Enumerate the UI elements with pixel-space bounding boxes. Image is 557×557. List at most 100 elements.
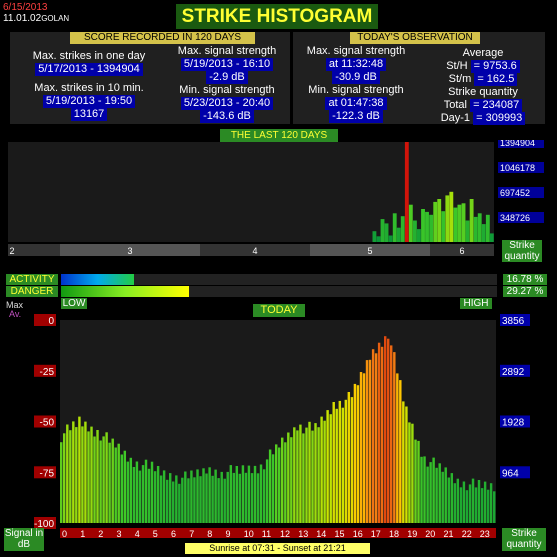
stm-label: St/m (448, 73, 472, 85)
last120-bar (477, 213, 482, 242)
today-hour-label: 12 (280, 529, 290, 538)
today-hour-label: 8 (207, 529, 212, 538)
today-bar (314, 423, 317, 523)
today-bar (287, 432, 290, 523)
last120-bar (421, 209, 425, 242)
today-bar (290, 437, 293, 523)
today-bar (126, 461, 130, 523)
today-right-axis: 3856 2892 1928 964 (500, 314, 530, 479)
today-hour-label: 6 (171, 529, 176, 538)
today-right-tick: 2892 (502, 367, 525, 378)
date-label: 6/15/2013 (3, 2, 48, 13)
last120-month-label: 5 (367, 246, 372, 256)
today-bar (229, 465, 233, 523)
today-bar (235, 466, 239, 523)
max-strikes-day-value: 5/17/2013 - 1394904 (35, 63, 143, 76)
today-bar (66, 424, 69, 523)
last120-bar (485, 214, 490, 242)
last120-bar (372, 231, 377, 242)
today-bar (166, 479, 169, 523)
today-bar (205, 473, 208, 523)
today-bar (278, 447, 281, 523)
today-bar (159, 475, 163, 523)
today-bar (265, 459, 269, 523)
last120-month-axis: 2 3 4 5 6 (8, 244, 494, 256)
strike-qty-label: Strike quantity (448, 86, 518, 98)
today-bar (329, 414, 332, 523)
last120-axis-caption: Strike quantity (502, 240, 542, 262)
today-bar (411, 423, 414, 523)
today-hour-label: 2 (98, 529, 103, 538)
today-bar (299, 424, 302, 523)
today-bar (432, 457, 435, 523)
last120-bar (380, 219, 385, 242)
today-hour-label: 20 (425, 529, 435, 538)
today-bar (175, 475, 178, 523)
today-bar (144, 459, 148, 523)
today-left-tick: 0 (48, 316, 54, 327)
score-min-signal-date: 5/23/2013 - 20:40 (180, 97, 274, 110)
last120-month-label: 2 (9, 246, 14, 256)
today-bar (332, 402, 335, 523)
today-max-signal-time: at 11:32:48 (325, 58, 387, 71)
today-bar (447, 477, 451, 523)
today-bar (99, 440, 102, 523)
today-hour-label: 11 (262, 529, 271, 538)
today-hour-label: 10 (244, 529, 254, 538)
score-max-signal-label: Max. signal strength (177, 45, 277, 57)
today-right-tick: 1928 (502, 418, 525, 429)
max-strikes-10min: Max. strikes in 10 min. 5/19/2013 - 19:5… (14, 82, 164, 121)
today-bar (489, 483, 493, 523)
today-bar (384, 336, 387, 523)
today-bar (268, 449, 272, 523)
today-bar (408, 422, 411, 523)
today-right-tick: 964 (502, 468, 519, 479)
max-strikes-10min-value: 13167 (70, 108, 108, 121)
last120-bar (489, 233, 494, 242)
today-bar (108, 442, 111, 523)
last120-bar (396, 227, 401, 242)
today-bar (344, 399, 348, 523)
today-bar (438, 463, 441, 523)
today-bar (147, 468, 151, 523)
today-min-signal-label: Min. signal strength (308, 84, 404, 96)
activity-value: 16.78 % (503, 274, 547, 285)
today-bar (435, 467, 438, 523)
today-hour-label: 13 (298, 529, 308, 538)
today-bar (271, 454, 275, 523)
today-bar (187, 478, 190, 523)
today-bar (178, 483, 181, 523)
today-bar (132, 467, 136, 523)
today-bar (87, 431, 90, 523)
today-bar (341, 407, 345, 523)
last120-bar (453, 207, 458, 242)
today-bar (359, 372, 363, 523)
score-min-signal: Min. signal strength 5/23/2013 - 20:40 -… (166, 84, 288, 123)
day1-value: = 309993 (473, 112, 526, 125)
today-bar (426, 466, 429, 523)
today-bar (350, 397, 354, 523)
last120-month-label: 6 (459, 246, 464, 256)
today-bar (420, 456, 423, 523)
day1-label: Day-1 (440, 112, 471, 124)
last120-month-label: 4 (252, 246, 257, 256)
today-bar (483, 481, 487, 523)
today-bar (232, 472, 236, 523)
today-bar (302, 433, 305, 523)
last120-bar (469, 199, 474, 242)
sun-info: Sunrise at 07:31 - Sunset at 21:21 (185, 543, 370, 554)
today-hour-label: 16 (353, 529, 363, 538)
today-bar (462, 481, 466, 523)
today-bar (281, 437, 284, 523)
last120-bar (413, 220, 417, 242)
today-bar (114, 447, 117, 523)
today-left-caption: Signal in dB (4, 528, 44, 551)
today-hour-label: 17 (371, 529, 381, 538)
today-min-signal-value: -122.3 dB (329, 110, 383, 123)
today-hour-label: 4 (135, 529, 140, 538)
today-bar (393, 352, 396, 523)
today-bar (338, 400, 342, 523)
last120-bar (461, 203, 466, 242)
today-bar (365, 360, 369, 523)
today-bar (90, 426, 93, 523)
